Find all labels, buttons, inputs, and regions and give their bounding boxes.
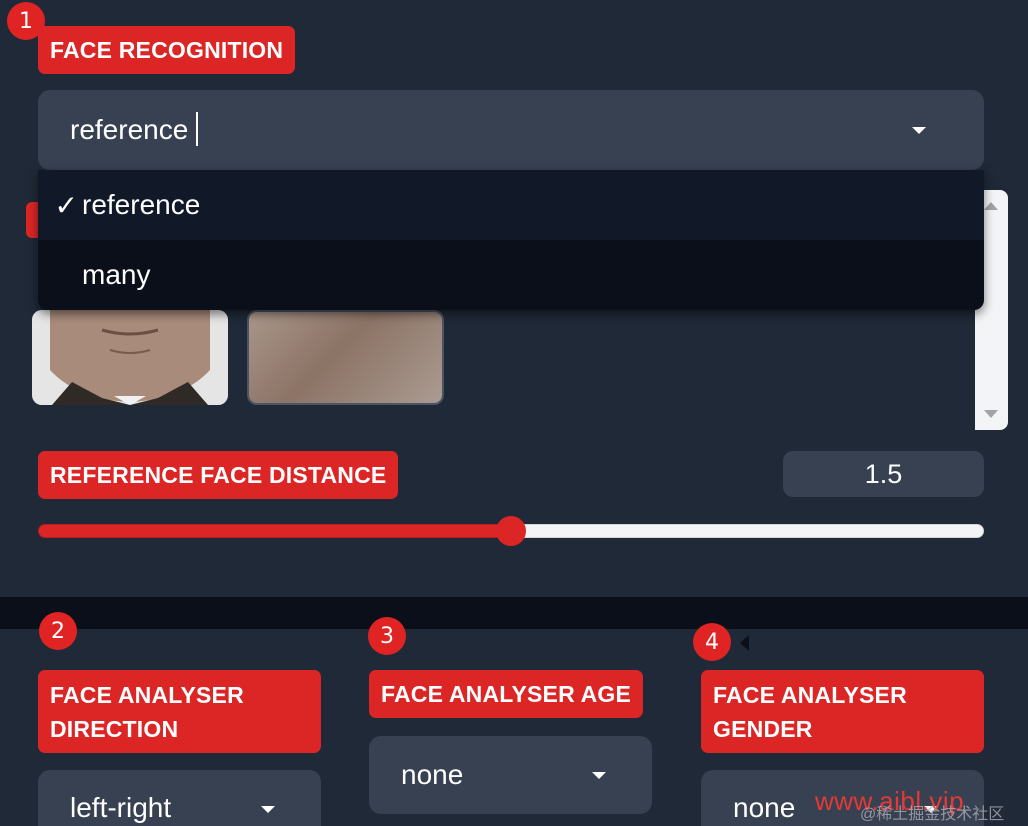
face-analyser-direction-select[interactable]: left-right [38, 770, 321, 826]
option-reference[interactable]: ✓ reference [38, 170, 984, 240]
face-analyser-direction-label: FACE ANALYSER DIRECTION [38, 670, 321, 753]
face-image-icon [32, 310, 228, 405]
label-line: DIRECTION [50, 715, 179, 742]
face-recognition-label: FACE RECOGNITION [38, 26, 296, 74]
label-line: FACE ANALYSER [713, 681, 907, 708]
scroll-down-icon[interactable] [984, 410, 998, 418]
panel-divider [0, 597, 1028, 629]
caret-down-icon[interactable] [912, 126, 926, 134]
step-badge-4: 4 [693, 623, 731, 661]
distance-slider[interactable] [38, 516, 984, 546]
collapse-arrow-icon[interactable] [740, 635, 749, 651]
face-analyser-gender-label: FACE ANALYSER GENDER [701, 670, 984, 753]
label-line: FACE ANALYSER [50, 681, 244, 708]
option-label[interactable]: reference [82, 189, 200, 221]
face-recognition-select[interactable]: reference [38, 90, 984, 170]
age-value[interactable]: none [401, 759, 592, 791]
step-badge-2: 2 [39, 612, 77, 650]
reference-face-distance-label: REFERENCE FACE DISTANCE [38, 451, 399, 499]
step-badge-3: 3 [368, 617, 406, 655]
option-label[interactable]: many [82, 259, 150, 291]
gallery-label-edge [26, 202, 38, 238]
watermark-community: @稀土掘金技术社区 [860, 806, 1005, 823]
caret-down-icon[interactable] [592, 771, 606, 779]
direction-value[interactable]: left-right [70, 792, 261, 824]
face-recognition-dropdown: ✓ reference many [38, 170, 984, 310]
scroll-up-icon[interactable] [984, 202, 998, 210]
checkmark-icon: ✓ [54, 189, 78, 221]
reference-face-thumbnail-2[interactable] [247, 310, 444, 405]
slider-track-filled[interactable] [38, 524, 511, 538]
distance-number-input[interactable]: 1.5 [783, 451, 984, 497]
label-line: GENDER [713, 715, 813, 742]
slider-thumb[interactable] [496, 516, 526, 546]
text-cursor [196, 112, 198, 146]
face-analyser-age-select[interactable]: none [369, 736, 652, 814]
face-analyser-age-label: FACE ANALYSER AGE [369, 670, 644, 718]
caret-down-icon[interactable] [261, 806, 275, 813]
option-many[interactable]: many [38, 240, 984, 310]
reference-face-thumbnail[interactable] [32, 310, 228, 405]
slider-track[interactable] [511, 524, 984, 538]
